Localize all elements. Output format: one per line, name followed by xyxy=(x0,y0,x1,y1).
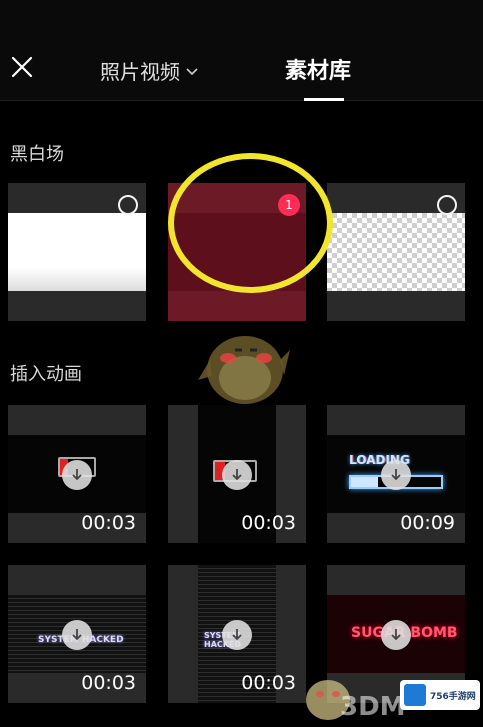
download-button[interactable] xyxy=(222,620,252,650)
duration-label: 00:03 xyxy=(241,512,296,534)
animation-tile-battery-tall[interactable]: 00:03 xyxy=(168,405,306,543)
select-circle[interactable] xyxy=(118,195,138,215)
chevron-down-icon xyxy=(186,67,198,75)
select-circle[interactable] xyxy=(437,195,457,215)
animation-tile-system-hacked[interactable]: SYSTEM HACKED 00:03 xyxy=(8,565,146,703)
transparent-frame-thumbnail xyxy=(327,213,465,291)
duration-label: 00:03 xyxy=(81,512,136,534)
site-logo: 756手游网 xyxy=(400,680,480,710)
download-icon xyxy=(72,469,82,481)
section-title-black-white: 黑白场 xyxy=(10,144,64,165)
tab-photo-video-label: 照片视频 xyxy=(100,60,180,84)
download-button[interactable] xyxy=(381,620,411,650)
download-button[interactable] xyxy=(62,620,92,650)
material-tile-dark-red[interactable]: 1 xyxy=(168,183,306,321)
tab-library[interactable]: 素材库 xyxy=(285,53,351,85)
duration-label: 00:03 xyxy=(241,672,296,694)
top-bar: 照片视频 素材库 xyxy=(0,0,483,101)
download-icon xyxy=(391,469,401,481)
white-frame-thumbnail xyxy=(8,213,146,291)
animation-tile-loading[interactable]: LOADING 00:09 xyxy=(327,405,465,543)
material-tile-white[interactable] xyxy=(8,183,146,321)
download-button[interactable] xyxy=(62,460,92,490)
download-button[interactable] xyxy=(222,460,252,490)
logo-box-icon xyxy=(404,684,426,706)
section-title-insert-animation: 插入动画 xyxy=(10,364,82,385)
download-icon xyxy=(232,469,242,481)
duration-label: 00:09 xyxy=(400,512,455,534)
red-frame-thumbnail xyxy=(168,213,306,291)
selection-count-badge: 1 xyxy=(278,194,300,216)
active-tab-indicator xyxy=(304,98,344,101)
download-icon xyxy=(72,629,82,641)
watermark-text: 3DM xyxy=(340,692,406,722)
download-icon xyxy=(391,629,401,641)
animation-tile-system-hacked-tall[interactable]: SYSTEM HACKED 00:03 xyxy=(168,565,306,703)
close-icon[interactable] xyxy=(10,55,34,79)
tab-photo-video[interactable]: 照片视频 xyxy=(100,56,198,85)
animation-tile-battery[interactable]: 00:03 xyxy=(8,405,146,543)
mascot-watermark xyxy=(198,336,290,404)
site-name: 756手游网 xyxy=(430,691,476,702)
material-tile-transparent[interactable] xyxy=(327,183,465,321)
download-button[interactable] xyxy=(381,460,411,490)
duration-label: 00:03 xyxy=(81,672,136,694)
download-icon xyxy=(232,629,242,641)
